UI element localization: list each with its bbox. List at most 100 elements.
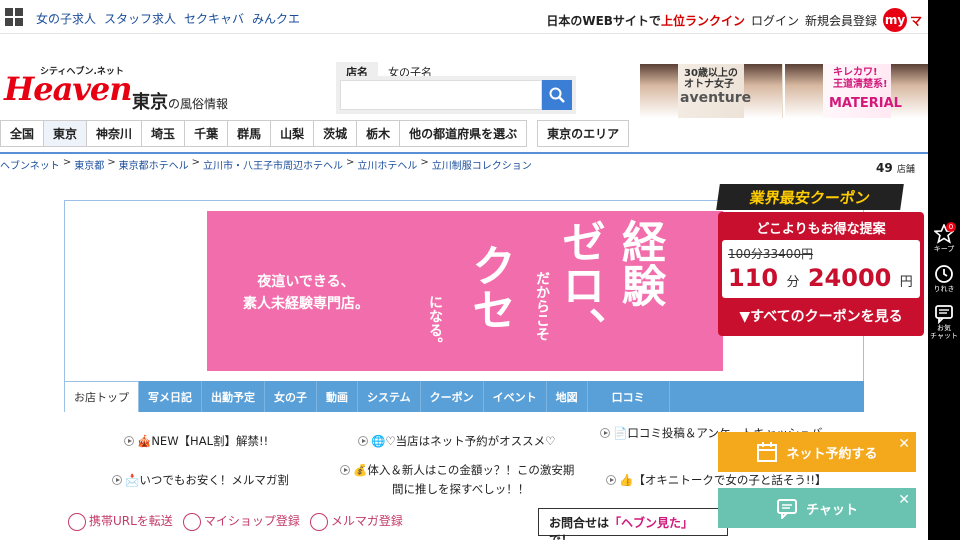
search-input[interactable] <box>340 80 542 110</box>
area-button[interactable]: 東京のエリア <box>537 120 630 147</box>
ranking-text[interactable]: 日本のWEBサイトで上位ランクイン <box>546 12 745 29</box>
chat-label: チャット <box>806 502 858 518</box>
nav-link-girls-jobs[interactable]: 女の子求人 <box>36 10 96 27</box>
breadcrumb-item[interactable]: 東京都ホテヘル <box>119 157 189 172</box>
shop-tabs: お店トップ 写メ日記 出勤予定 女の子 動画 システム クーポン イベント 地図… <box>64 381 864 412</box>
mailmag-register-link[interactable]: メルマガ登録 <box>309 512 403 531</box>
pref-tab-saitama[interactable]: 埼玉 <box>141 120 185 147</box>
fav-chat-label: お気 チャット <box>930 324 958 340</box>
region-title: 東京の風俗情報 <box>132 88 228 114</box>
history-button[interactable]: りれき <box>928 264 960 294</box>
site-logo[interactable]: シティヘブン.ネット Heaven <box>4 64 133 108</box>
info-link-text: 🎪NEW【HAL割】解禁!! <box>137 434 269 448</box>
pref-tab-ibaraki[interactable]: 茨城 <box>313 120 357 147</box>
pref-tab-kanagawa[interactable]: 神奈川 <box>86 120 142 147</box>
tab-coupon[interactable]: クーポン <box>421 381 484 412</box>
hero-text: だからこそ <box>534 271 550 341</box>
banner-tagline: 30歳以上の オトナ女子 <box>684 68 738 90</box>
history-label: りれき <box>933 285 955 293</box>
search-button[interactable] <box>542 80 572 110</box>
arrow-circle-icon <box>124 436 134 446</box>
my-page-button[interactable]: my マ <box>882 8 922 32</box>
utility-links: 携帯URLを転送 マイショップ登録 メルマガ登録 <box>68 512 403 531</box>
pref-tab-gunma[interactable]: 群馬 <box>227 120 271 147</box>
info-link[interactable]: 👍【オキニトークで女の子と話そう!!】 <box>606 472 827 488</box>
tab-system[interactable]: システム <box>358 381 421 412</box>
breadcrumb-separator: > <box>420 157 429 168</box>
qr-icon <box>68 512 86 531</box>
logo-text: Heaven <box>4 70 133 108</box>
tab-map[interactable]: 地図 <box>547 381 588 412</box>
keep-button[interactable]: 0 キープ <box>928 222 960 254</box>
tab-video[interactable]: 動画 <box>317 381 358 412</box>
pref-tab-chiba[interactable]: 千葉 <box>184 120 228 147</box>
heart-icon <box>182 512 201 531</box>
tab-schedule[interactable]: 出勤予定 <box>202 381 265 412</box>
ad-banner-aventure[interactable]: 30歳以上の オトナ女子 aventure <box>640 64 783 118</box>
send-url-link[interactable]: 携帯URLを転送 <box>68 512 173 531</box>
myshop-register-link[interactable]: マイショップ登録 <box>182 512 300 531</box>
pref-tab-all[interactable]: 全国 <box>0 120 44 147</box>
breadcrumb-item[interactable]: 立川市・八王子市周辺ホテヘル <box>203 157 343 172</box>
close-icon[interactable]: ✕ <box>898 492 910 508</box>
info-link-continued[interactable]: 間に推しを探すべしッ！！ <box>392 481 529 497</box>
ranking-highlight: 上位ランクイン <box>660 13 745 28</box>
tab-girls[interactable]: 女の子 <box>265 381 317 412</box>
banner-tagline: キレカワ! 王道清楚系! <box>833 67 888 90</box>
banner-brand: MATERIAL <box>829 96 902 111</box>
shop-count: 49 店舗 <box>876 161 915 175</box>
ad-banner-material[interactable]: キレカワ! 王道清楚系! MATERIAL <box>785 64 928 118</box>
hero-text: クセ <box>464 243 515 331</box>
coupon-title: どこよりもお得な提案 <box>756 222 886 237</box>
page: 女の子求人 スタッフ求人 セクキャバ みんクエ 日本のWEBサイトで上位ランクイ… <box>0 0 960 540</box>
contact-box: お問合せは「ヘブン見た」で！ <box>538 508 728 540</box>
coupon-widget[interactable]: どこよりもお得な提案 100分33400円 110 分 24000 円 ▼すべて… <box>716 184 926 336</box>
tab-event[interactable]: イベント <box>484 381 547 412</box>
pref-tab-yamanashi[interactable]: 山梨 <box>270 120 314 147</box>
info-link[interactable]: 💰体入＆新人はこの金額ッ？！この激安期 <box>340 462 574 478</box>
pref-tab-tochigi[interactable]: 栃木 <box>356 120 400 147</box>
ad-banners: 30歳以上の オトナ女子 aventure キレカワ! 王道清楚系! MATER… <box>640 64 928 118</box>
nav-link-staff-jobs[interactable]: スタッフ求人 <box>104 10 176 27</box>
info-link-text: 💰体入＆新人はこの金額ッ？！この激安期 <box>353 463 575 477</box>
chat-float-button[interactable]: チャット ✕ <box>718 488 916 528</box>
all-coupons-link[interactable]: ▼すべてのクーポンを見る <box>718 306 924 326</box>
arrow-circle-icon <box>340 465 350 475</box>
search-icon <box>549 87 565 103</box>
breadcrumb-item[interactable]: 立川ホテヘル <box>357 157 417 172</box>
tab-photo-diary[interactable]: 写メ日記 <box>139 381 202 412</box>
arrow-circle-icon <box>606 475 616 485</box>
grid-menu-icon[interactable] <box>5 8 23 26</box>
contact-highlight: 「ヘブン見た」 <box>609 516 694 530</box>
mailmag-label: メルマガ登録 <box>330 514 403 528</box>
breadcrumb-item[interactable]: ヘブンネット <box>0 157 60 172</box>
register-link[interactable]: 新規会員登録 <box>805 12 877 29</box>
login-link[interactable]: ログイン <box>751 12 799 29</box>
reserve-float-button[interactable]: ネット予約する ✕ <box>718 432 916 472</box>
coupon-price-box: 100分33400円 110 分 24000 円 <box>722 240 920 298</box>
top-right: 日本のWEBサイトで上位ランクイン ログイン 新規会員登録 my マ <box>546 8 922 32</box>
region-name: 東京 <box>132 92 168 113</box>
pref-tab-tokyo[interactable]: 東京 <box>43 120 87 147</box>
info-link[interactable]: 🌐♡当店はネット予約がオススメ♡ <box>358 433 555 449</box>
info-link-text: 📩いつでもお安く！メルマガ割 <box>125 473 289 487</box>
fav-chat-button[interactable]: お気 チャット <box>928 304 960 340</box>
divider <box>0 152 928 154</box>
info-link[interactable]: 📩いつでもお安く！メルマガ割 <box>112 472 289 488</box>
breadcrumb-separator: > <box>191 157 200 168</box>
breadcrumb-current: 立川制服コレクション <box>431 161 532 172</box>
info-link[interactable]: 🎪NEW【HAL割】解禁!! <box>124 433 268 449</box>
breadcrumb-item[interactable]: 東京都 <box>74 157 104 172</box>
nav-link-minquest[interactable]: みんクエ <box>252 10 300 27</box>
shop-hero-banner[interactable]: 夜這いできる、 素人未経験専門店。 経験 ゼロ、 だからこそ クセ になる。 <box>207 211 723 371</box>
tab-shop-top[interactable]: お店トップ <box>64 381 139 412</box>
banner-photo <box>785 64 823 118</box>
myshop-label: マイショップ登録 <box>203 514 300 528</box>
coupon-price-unit: 円 <box>899 275 913 290</box>
nav-link-sekucaba[interactable]: セクキャバ <box>184 10 244 27</box>
pref-tab-other[interactable]: 他の都道府県を選ぶ <box>399 120 528 147</box>
tab-reviews[interactable]: 口コミ <box>588 381 670 412</box>
breadcrumb-separator: > <box>345 157 355 168</box>
banner-brand: aventure <box>680 90 752 106</box>
close-icon[interactable]: ✕ <box>898 436 910 452</box>
